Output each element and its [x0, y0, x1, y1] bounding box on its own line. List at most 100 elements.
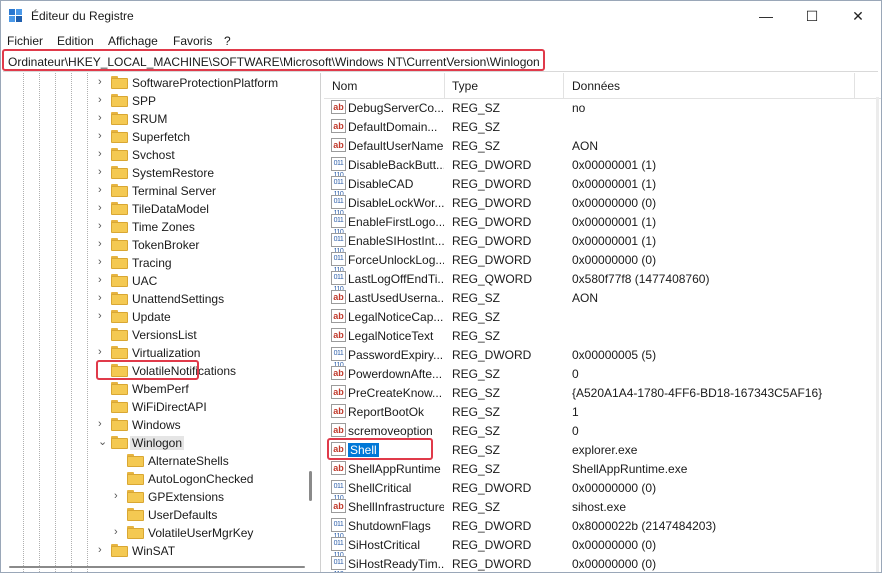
- chevron-right-icon[interactable]: ›: [98, 147, 108, 161]
- value-row[interactable]: 011 110EnableFirstLogo... REG_DWORD 0x0000…: [324, 212, 854, 236]
- value-row[interactable]: 011 110ShutdownFlags REG_DWORD 0x8000022b …: [324, 516, 854, 540]
- tree-item[interactable]: › SPP: [3, 92, 303, 110]
- tree-item-label: UserDefaults: [148, 508, 218, 522]
- chevron-right-icon[interactable]: ›: [114, 525, 124, 539]
- menu-affichage[interactable]: Affichage: [108, 34, 158, 48]
- value-row[interactable]: 011 110PasswordExpiry... REG_DWORD 0x00000…: [324, 345, 854, 369]
- tree-item[interactable]: › GPExtensions: [3, 488, 303, 506]
- value-row[interactable]: 011 110LastLogOffEndTi... REG_QWORD 0x580f…: [324, 269, 854, 293]
- column-separator[interactable]: [444, 73, 445, 99]
- tree-item[interactable]: ⌄ Winlogon: [3, 434, 303, 452]
- chevron-down-icon[interactable]: ⌄: [98, 435, 108, 449]
- folder-icon: [111, 238, 128, 251]
- chevron-right-icon[interactable]: ›: [98, 111, 108, 125]
- value-row[interactable]: ab ReportBootOk REG_SZ 1: [324, 402, 854, 421]
- tree-item[interactable]: › SRUM: [3, 110, 303, 128]
- close-button[interactable]: ✕: [835, 1, 881, 31]
- tree-item[interactable]: WiFiDirectAPI: [3, 398, 303, 416]
- chevron-right-icon[interactable]: ›: [98, 183, 108, 197]
- value-row[interactable]: ab DefaultUserName REG_SZ AON: [324, 136, 854, 155]
- value-row[interactable]: ab ShellAppRuntime REG_SZ ShellAppRuntime.e…: [324, 459, 854, 478]
- column-separator[interactable]: [854, 73, 855, 99]
- tree-item[interactable]: › Superfetch: [3, 128, 303, 146]
- maximize-button[interactable]: ☐: [789, 1, 835, 31]
- chevron-right-icon[interactable]: ›: [98, 255, 108, 269]
- key-tree-pane[interactable]: › SoftwareProtectionPlatform › SPP › SRUM › Sup…: [3, 73, 321, 572]
- column-name-header[interactable]: Nom: [332, 79, 357, 93]
- tree-item[interactable]: › SystemRestore: [3, 164, 303, 182]
- value-row[interactable]: ab PreCreateKnow... REG_SZ {A520A1A4-1780-4…: [324, 383, 854, 402]
- tree-item[interactable]: › VolatileUserMgrKey: [3, 524, 303, 542]
- value-type: REG_DWORD: [452, 538, 532, 552]
- list-vertical-scrollbar[interactable]: [876, 97, 879, 572]
- address-bar[interactable]: Ordinateur\HKEY_LOCAL_MACHINE\SOFTWARE\M…: [3, 52, 878, 72]
- tree-item[interactable]: › Svchost: [3, 146, 303, 164]
- menu-help[interactable]: ?: [224, 34, 231, 48]
- value-row[interactable]: 011 110ForceUnlockLog... REG_DWORD 0x00000…: [324, 250, 854, 274]
- chevron-right-icon[interactable]: ›: [114, 489, 124, 503]
- tree-item[interactable]: UserDefaults: [3, 506, 303, 524]
- tree-item[interactable]: VersionsList: [3, 326, 303, 344]
- tree-vertical-scrollbar[interactable]: [309, 471, 312, 501]
- chevron-right-icon[interactable]: ›: [98, 93, 108, 107]
- tree-item[interactable]: › UAC: [3, 272, 303, 290]
- value-row[interactable]: 011 110EnableSIHostInt... REG_DWORD 0x0000…: [324, 231, 854, 255]
- tree-item[interactable]: › UnattendSettings: [3, 290, 303, 308]
- tree-item[interactable]: › Update: [3, 308, 303, 326]
- chevron-right-icon[interactable]: ›: [98, 273, 108, 287]
- value-row[interactable]: 011 110DisableLockWor... REG_DWORD 0x00000…: [324, 193, 854, 217]
- minimize-button[interactable]: —: [743, 1, 789, 31]
- menu-edition[interactable]: Edition: [57, 34, 94, 48]
- chevron-right-icon[interactable]: ›: [98, 237, 108, 251]
- menu-fichier[interactable]: Fichier: [7, 34, 43, 48]
- value-row[interactable]: 011 110SiHostReadyTim... REG_DWORD 0x00000…: [324, 554, 854, 572]
- chevron-right-icon[interactable]: ›: [98, 291, 108, 305]
- binary-value-icon: 011 110: [331, 518, 346, 540]
- value-row[interactable]: ab PowerdownAfte... REG_SZ 0: [324, 364, 854, 383]
- chevron-right-icon[interactable]: ›: [98, 201, 108, 215]
- chevron-right-icon[interactable]: ›: [98, 309, 108, 323]
- value-row[interactable]: ab DebugServerCo... REG_SZ no: [324, 98, 854, 117]
- tree-item[interactable]: › Windows: [3, 416, 303, 434]
- title-bar[interactable]: Éditeur du Registre — ☐ ✕: [1, 1, 881, 31]
- tree-item[interactable]: › SoftwareProtectionPlatform: [3, 74, 303, 92]
- menu-favoris[interactable]: Favoris: [173, 34, 212, 48]
- tree-item[interactable]: AlternateShells: [3, 452, 303, 470]
- chevron-right-icon[interactable]: ›: [98, 543, 108, 557]
- value-row[interactable]: ab LastUsedUserna... REG_SZ AON: [324, 288, 854, 307]
- tree-item[interactable]: › TokenBroker: [3, 236, 303, 254]
- address-path[interactable]: Ordinateur\HKEY_LOCAL_MACHINE\SOFTWARE\M…: [8, 55, 540, 69]
- values-list-pane[interactable]: Nom Type Données ab DebugServerCo... REG_S…: [324, 73, 881, 572]
- value-row[interactable]: 011 110DisableCAD REG_DWORD 0x00000001 (1): [324, 174, 854, 198]
- value-row[interactable]: 011 110DisableBackButt... REG_DWORD 0x0000…: [324, 155, 854, 179]
- tree-item[interactable]: › TileDataModel: [3, 200, 303, 218]
- tree-item[interactable]: WbemPerf: [3, 380, 303, 398]
- tree-item[interactable]: AutoLogonChecked: [3, 470, 303, 488]
- chevron-right-icon[interactable]: ›: [98, 417, 108, 431]
- value-row[interactable]: 011 110SiHostCritical REG_DWORD 0x00000000…: [324, 535, 854, 559]
- column-separator[interactable]: [563, 73, 564, 99]
- tree-item[interactable]: › Terminal Server: [3, 182, 303, 200]
- chevron-right-icon[interactable]: ›: [98, 345, 108, 359]
- tree-item[interactable]: › Tracing: [3, 254, 303, 272]
- value-row[interactable]: ab LegalNoticeCap... REG_SZ: [324, 307, 854, 326]
- chevron-right-icon[interactable]: ›: [98, 75, 108, 89]
- value-type: REG_DWORD: [452, 348, 532, 362]
- folder-icon: [111, 310, 128, 323]
- column-type-header[interactable]: Type: [452, 79, 478, 93]
- column-data-header[interactable]: Données: [572, 79, 620, 93]
- tree-horizontal-scrollbar[interactable]: [9, 566, 305, 568]
- tree-item[interactable]: › WinSAT: [3, 542, 303, 560]
- value-row[interactable]: ab ShellInfrastructure REG_SZ sihost.exe: [324, 497, 854, 516]
- tree-item[interactable]: › Time Zones: [3, 218, 303, 236]
- folder-icon: [111, 148, 128, 161]
- value-row[interactable]: ab DefaultDomain... REG_SZ: [324, 117, 854, 136]
- chevron-right-icon[interactable]: ›: [98, 129, 108, 143]
- chevron-right-icon[interactable]: ›: [98, 165, 108, 179]
- value-type: REG_DWORD: [452, 177, 532, 191]
- value-row[interactable]: 011 110ShellCritical REG_DWORD 0x00000000 …: [324, 478, 854, 502]
- value-row[interactable]: ab LegalNoticeText REG_SZ: [324, 326, 854, 345]
- binary-value-icon: 011 110: [331, 480, 346, 502]
- string-value-icon: ab: [331, 366, 346, 380]
- chevron-right-icon[interactable]: ›: [98, 219, 108, 233]
